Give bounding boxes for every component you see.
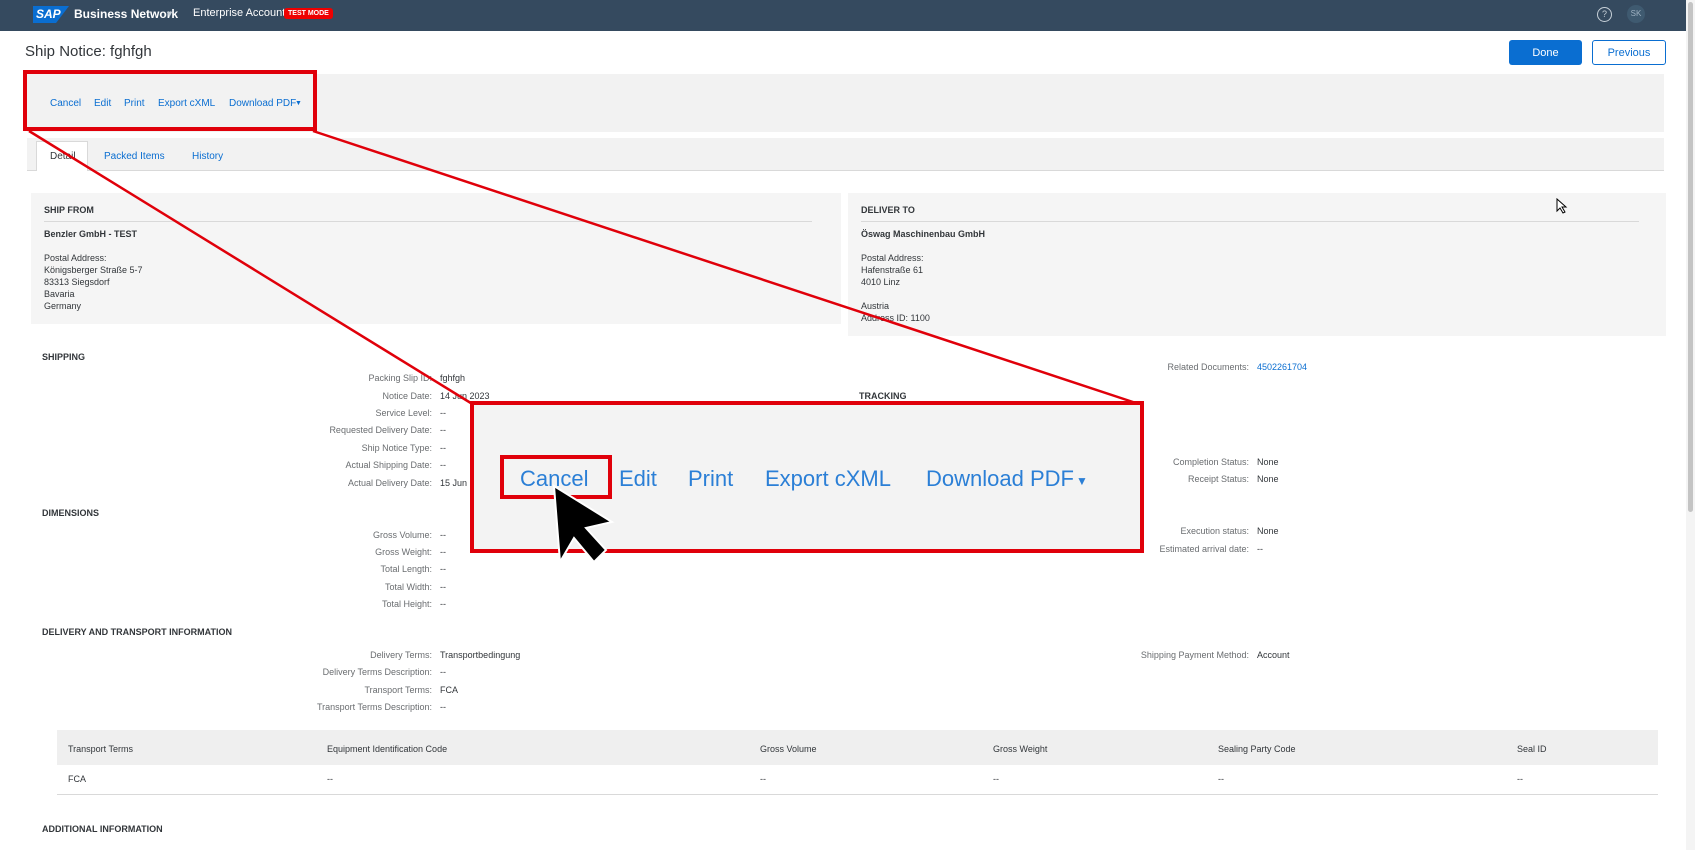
cursor-arrow-icon (552, 484, 615, 564)
zoom-export-cxml-link[interactable]: Export cXML (765, 466, 891, 492)
zoom-download-pdf-link[interactable]: Download PDF (926, 466, 1074, 492)
dropdown-caret-icon[interactable]: ▼ (1076, 474, 1088, 488)
zoom-print-link[interactable]: Print (688, 466, 733, 492)
mouse-pointer-icon (1556, 198, 1568, 214)
toolbar-highlight-frame (23, 70, 317, 131)
